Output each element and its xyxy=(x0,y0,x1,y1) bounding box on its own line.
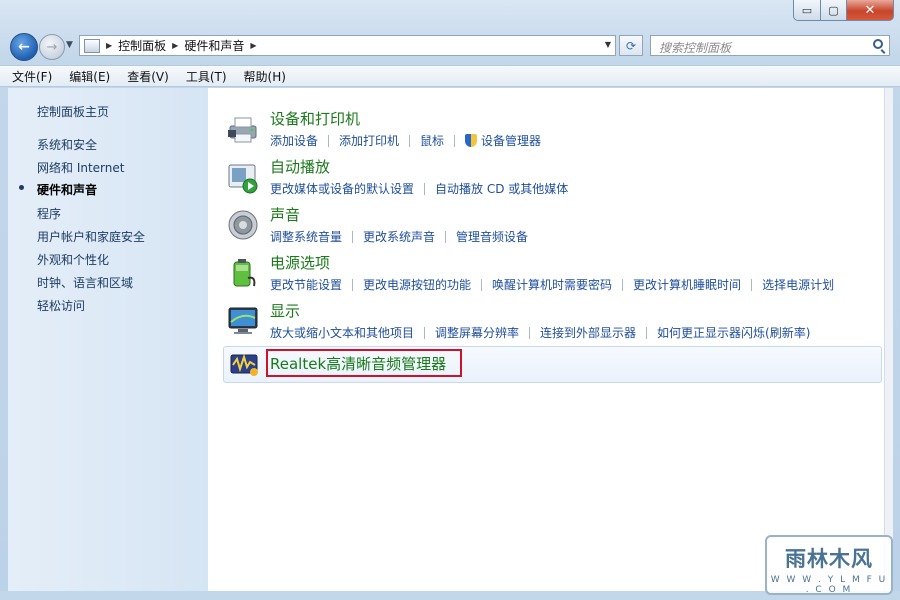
category-title-autoplay[interactable]: 自动播放 xyxy=(270,156,330,177)
current-item-bullet-icon xyxy=(19,185,24,190)
realtek-audio-icon[interactable] xyxy=(230,353,260,377)
breadcrumb-control-panel[interactable]: 控制面板 xyxy=(118,37,166,54)
title-bar[interactable]: ▭ ▢ ✕ xyxy=(0,0,900,30)
watermark-url: W W W . Y L M F U . C O M xyxy=(770,575,888,595)
search-icon[interactable] xyxy=(873,39,883,49)
control-panel-icon xyxy=(84,38,100,53)
link-divider xyxy=(352,230,354,243)
sidebar-item-home[interactable]: 控制面板主页 xyxy=(37,103,109,120)
link-divider xyxy=(328,134,330,147)
speaker-icon[interactable] xyxy=(226,208,260,242)
link-divider xyxy=(424,182,426,195)
chevron-right-icon[interactable]: ▶ xyxy=(172,41,178,50)
watermark-text: 雨林木风 xyxy=(785,547,873,571)
category-links-sound: 调整系统音量 更改系统声音 管理音频设备 xyxy=(270,228,528,245)
watermark: 雨林木风 W W W . Y L M F U . C O M xyxy=(765,535,893,595)
minimize-button[interactable]: ▭ xyxy=(793,0,821,21)
link-refresh-rate[interactable]: 如何更正显示器闪烁(刷新率) xyxy=(657,324,810,341)
category-title-devices-printers[interactable]: 设备和打印机 xyxy=(270,108,360,129)
link-wake-password[interactable]: 唤醒计算机时需要密码 xyxy=(492,276,612,293)
link-screen-resolution[interactable]: 调整屏幕分辨率 xyxy=(435,324,519,341)
link-adjust-volume[interactable]: 调整系统音量 xyxy=(270,228,342,245)
close-button[interactable]: ✕ xyxy=(847,0,894,21)
chevron-right-icon[interactable]: ▶ xyxy=(250,41,256,50)
link-power-button-function[interactable]: 更改电源按钮的功能 xyxy=(363,276,471,293)
link-external-display[interactable]: 连接到外部显示器 xyxy=(540,324,636,341)
link-divider xyxy=(454,134,456,147)
address-dropdown-icon[interactable]: ▼ xyxy=(605,40,611,49)
autoplay-icon[interactable] xyxy=(226,160,260,194)
search-placeholder: 搜索控制面板 xyxy=(659,41,732,55)
link-add-device[interactable]: 添加设备 xyxy=(270,132,318,149)
breadcrumb-hardware-sound[interactable]: 硬件和声音 xyxy=(184,37,244,54)
link-divider xyxy=(409,134,411,147)
battery-icon[interactable] xyxy=(226,256,260,290)
chevron-right-icon[interactable]: ▶ xyxy=(106,41,112,50)
link-divider xyxy=(622,278,624,291)
link-change-sounds[interactable]: 更改系统声音 xyxy=(363,228,435,245)
link-power-plan[interactable]: 选择电源计划 xyxy=(762,276,834,293)
sidebar-item-programs[interactable]: 程序 xyxy=(37,205,61,222)
category-autoplay: 自动播放 更改媒体或设备的默认设置 自动播放 CD 或其他媒体 xyxy=(208,156,884,204)
link-divider xyxy=(646,326,648,339)
link-divider xyxy=(352,278,354,291)
sidebar-item-appearance[interactable]: 外观和个性化 xyxy=(37,251,109,268)
menu-tools[interactable]: 工具(T) xyxy=(186,68,227,85)
menu-help[interactable]: 帮助(H) xyxy=(244,68,286,85)
window-controls: ▭ ▢ ✕ xyxy=(793,0,894,21)
link-autoplay-cd[interactable]: 自动播放 CD 或其他媒体 xyxy=(435,180,568,197)
scrollbar[interactable] xyxy=(884,88,893,591)
monitor-icon[interactable] xyxy=(226,304,260,338)
link-divider xyxy=(529,326,531,339)
link-divider xyxy=(481,278,483,291)
forward-button[interactable]: → xyxy=(39,34,65,60)
link-change-media-defaults[interactable]: 更改媒体或设备的默认设置 xyxy=(270,180,414,197)
link-divider xyxy=(751,278,753,291)
highlight-box xyxy=(266,349,462,377)
control-panel-window: ▭ ▢ ✕ ← → ▼ ▶ 控制面板 ▶ 硬件和声音 ▶ ▼ ⟳ 搜索控制面板 … xyxy=(0,0,900,600)
sidebar-item-user-accounts[interactable]: 用户帐户和家庭安全 xyxy=(37,228,145,245)
category-sound: 声音 调整系统音量 更改系统声音 管理音频设备 xyxy=(208,204,884,252)
link-device-manager[interactable]: 设备管理器 xyxy=(481,132,541,149)
category-devices-printers: 设备和打印机 添加设备 添加打印机 鼠标 设备管理器 xyxy=(208,108,884,156)
sidebar-item-ease-of-access[interactable]: 轻松访问 xyxy=(37,297,85,314)
back-button[interactable]: ← xyxy=(10,33,38,61)
printer-icon[interactable] xyxy=(226,112,260,146)
maximize-button[interactable]: ▢ xyxy=(821,0,847,21)
category-links-display: 放大或缩小文本和其他项目 调整屏幕分辨率 连接到外部显示器 如何更正显示器闪烁(… xyxy=(270,324,810,341)
category-links-power: 更改节能设置 更改电源按钮的功能 唤醒计算机时需要密码 更改计算机睡眠时间 选择… xyxy=(270,276,834,293)
category-title-power-options[interactable]: 电源选项 xyxy=(270,252,330,273)
category-title-display[interactable]: 显示 xyxy=(270,300,300,321)
link-mouse[interactable]: 鼠标 xyxy=(420,132,444,149)
link-add-printer[interactable]: 添加打印机 xyxy=(339,132,399,149)
menu-view[interactable]: 查看(V) xyxy=(127,68,169,85)
menu-file[interactable]: 文件(F) xyxy=(12,68,52,85)
search-input[interactable]: 搜索控制面板 xyxy=(650,35,890,56)
window-bottom-frame xyxy=(0,591,900,600)
main-content: 设备和打印机 添加设备 添加打印机 鼠标 设备管理器 自动播放 更改媒体或设备的… xyxy=(208,88,884,591)
menu-bar: 文件(F) 编辑(E) 查看(V) 工具(T) 帮助(H) xyxy=(0,65,900,87)
category-title-sound[interactable]: 声音 xyxy=(270,204,300,225)
sidebar-item-system-security[interactable]: 系统和安全 xyxy=(37,136,97,153)
recent-pages-dropdown-icon[interactable]: ▼ xyxy=(66,40,73,50)
category-links-devices: 添加设备 添加打印机 鼠标 设备管理器 xyxy=(270,132,541,149)
link-power-saving[interactable]: 更改节能设置 xyxy=(270,276,342,293)
sidebar: 控制面板主页 系统和安全 网络和 Internet 硬件和声音 程序 用户帐户和… xyxy=(8,88,208,591)
address-bar[interactable]: ▶ 控制面板 ▶ 硬件和声音 ▶ ▼ xyxy=(79,35,616,56)
link-text-size[interactable]: 放大或缩小文本和其他项目 xyxy=(270,324,414,341)
link-divider xyxy=(424,326,426,339)
link-divider xyxy=(445,230,447,243)
category-power-options: 电源选项 更改节能设置 更改电源按钮的功能 唤醒计算机时需要密码 更改计算机睡眠… xyxy=(208,252,884,300)
uac-shield-icon xyxy=(465,134,478,147)
sidebar-item-network[interactable]: 网络和 Internet xyxy=(37,159,124,176)
refresh-button[interactable]: ⟳ xyxy=(619,35,643,56)
menu-edit[interactable]: 编辑(E) xyxy=(69,68,110,85)
sidebar-item-clock-region[interactable]: 时钟、语言和区域 xyxy=(37,274,133,291)
category-links-autoplay: 更改媒体或设备的默认设置 自动播放 CD 或其他媒体 xyxy=(270,180,568,197)
link-manage-audio-devices[interactable]: 管理音频设备 xyxy=(456,228,528,245)
category-display: 显示 放大或缩小文本和其他项目 调整屏幕分辨率 连接到外部显示器 如何更正显示器… xyxy=(208,300,884,348)
realtek-audio-manager-item[interactable]: Realtek高清晰音频管理器 xyxy=(223,346,882,383)
link-sleep-time[interactable]: 更改计算机睡眠时间 xyxy=(633,276,741,293)
sidebar-item-hardware-sound[interactable]: 硬件和声音 xyxy=(37,181,97,198)
